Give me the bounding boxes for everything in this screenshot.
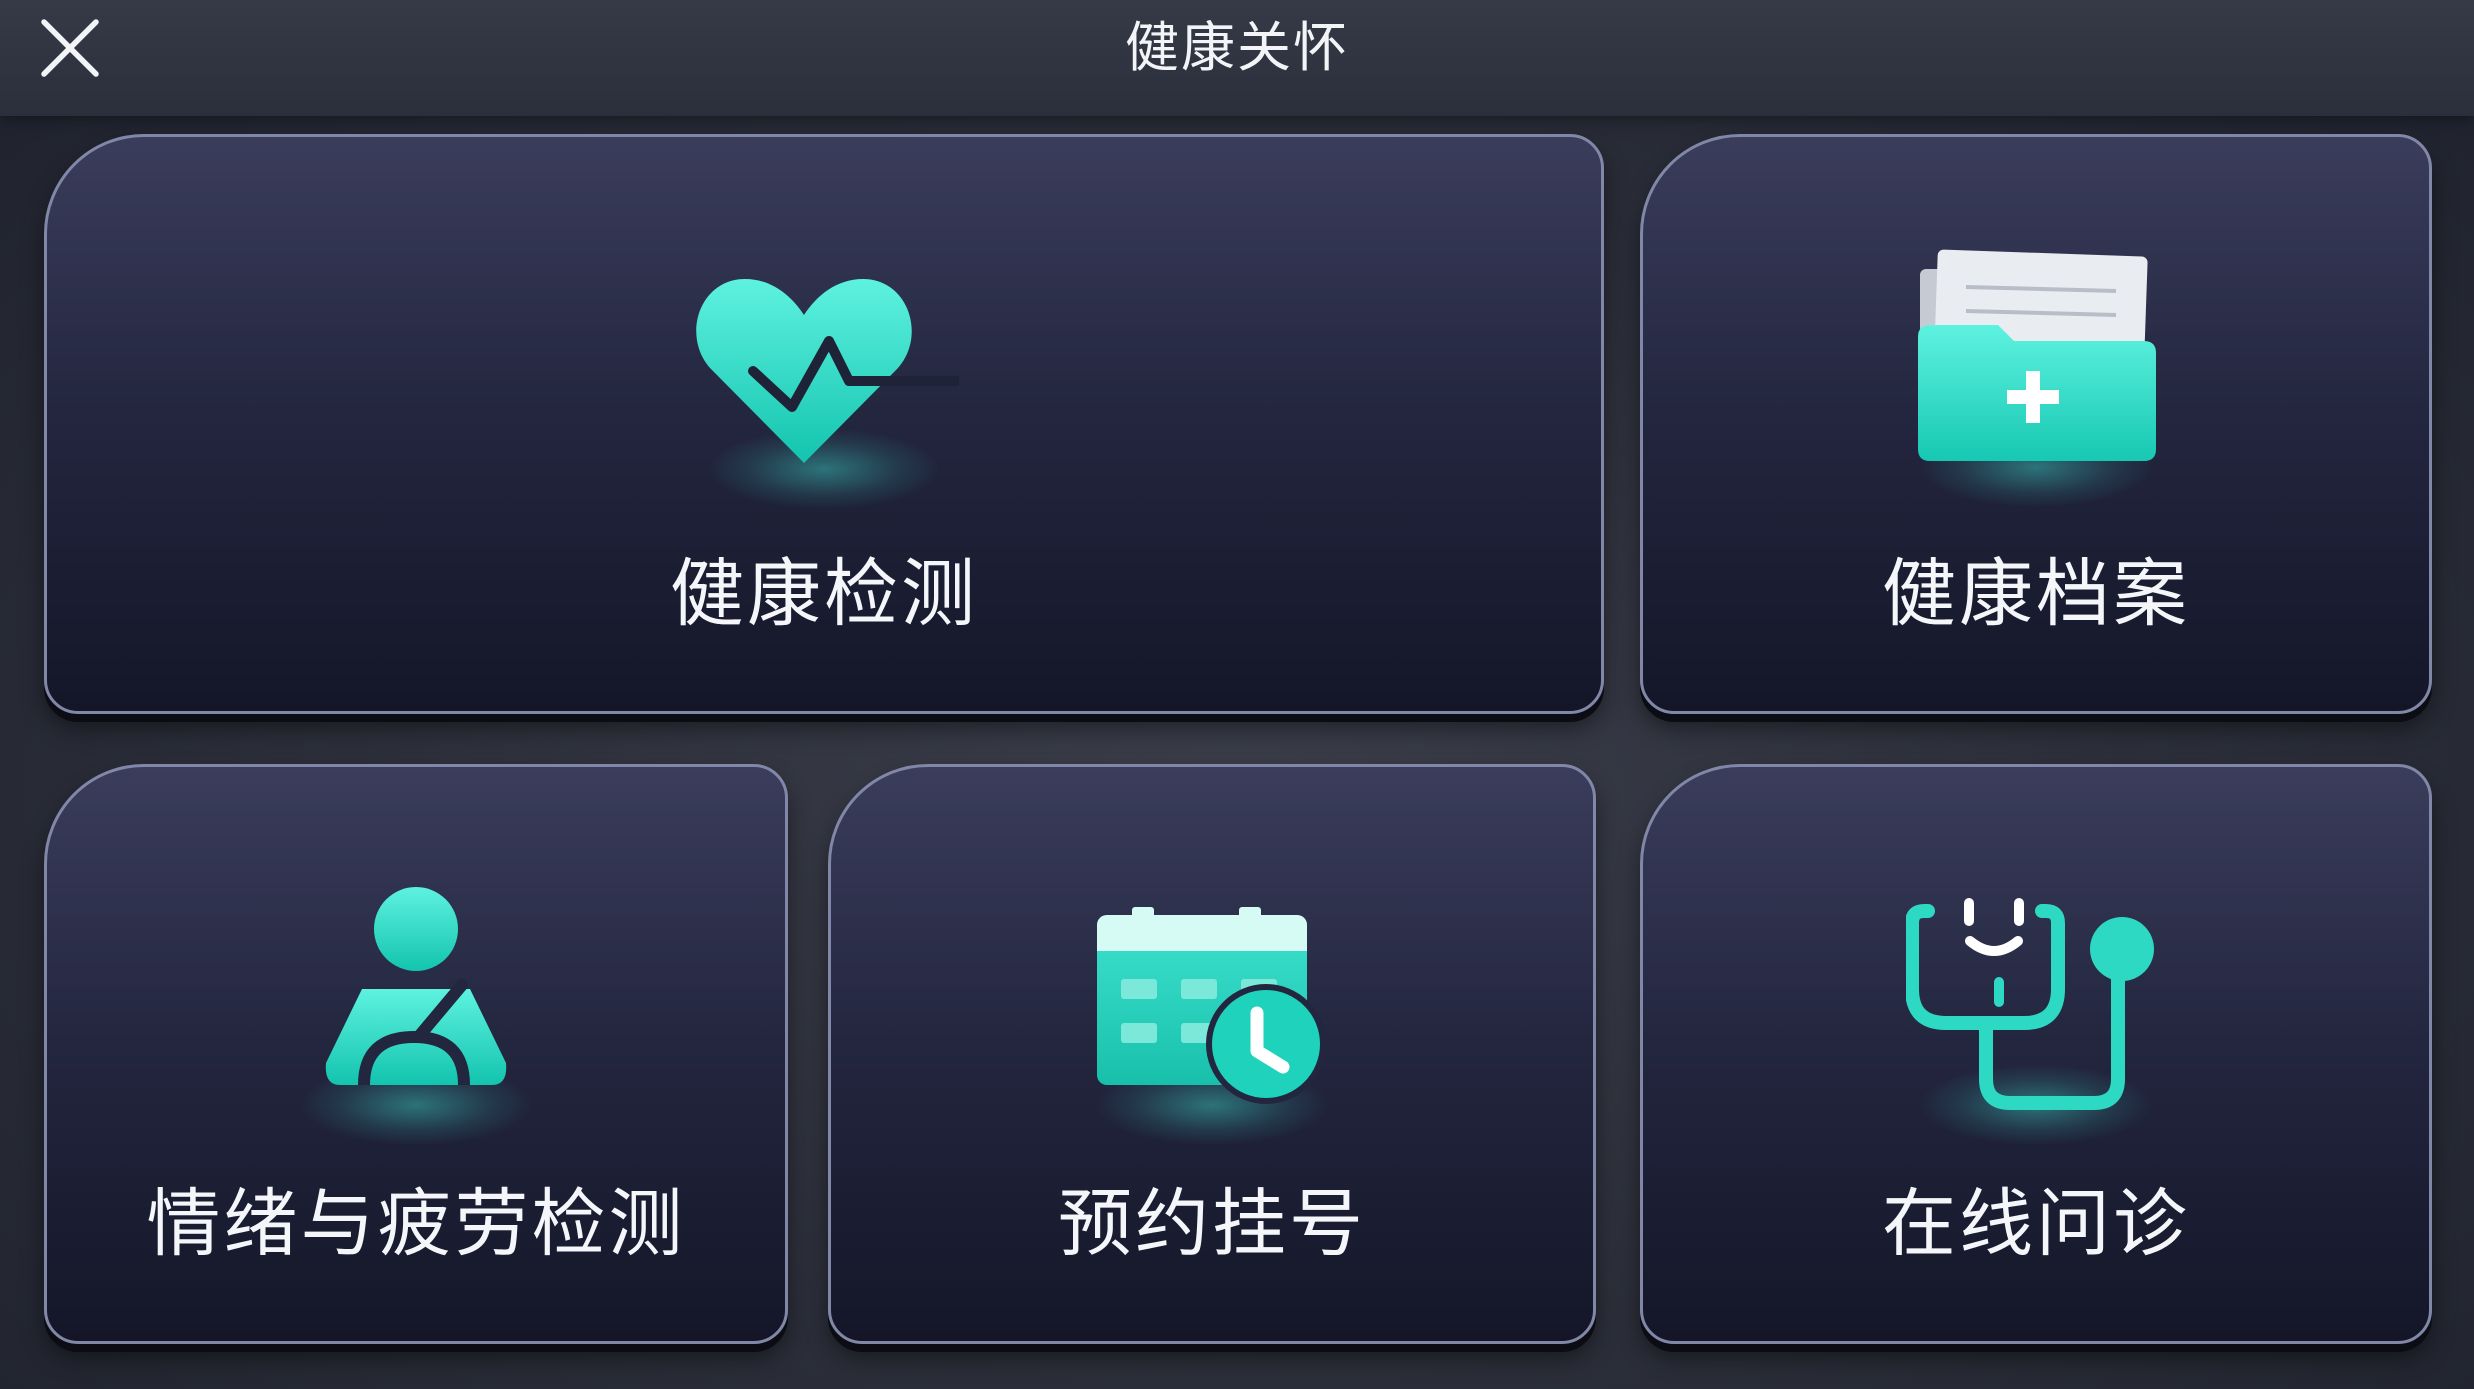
health-records-label: 健康档案 bbox=[1882, 551, 2190, 637]
close-icon bbox=[41, 19, 99, 77]
top-bar: 健康关怀 bbox=[0, 0, 2474, 116]
stethoscope-icon bbox=[1906, 898, 2154, 1110]
emotion-fatigue-check-label: 情绪与疲劳检测 bbox=[146, 1181, 686, 1267]
calendar-clock-icon bbox=[1097, 907, 1326, 1104]
appointment-card[interactable]: 预约挂号 bbox=[828, 764, 1596, 1344]
health-check-card[interactable]: 健康检测 bbox=[44, 134, 1604, 714]
medical-folder-icon bbox=[1918, 249, 2156, 461]
driver-seatbelt-icon bbox=[325, 887, 507, 1086]
emotion-fatigue-check-card[interactable]: 情绪与疲劳检测 bbox=[44, 764, 788, 1344]
heart-pulse-icon bbox=[696, 279, 959, 463]
online-consultation-card[interactable]: 在线问诊 bbox=[1640, 764, 2432, 1344]
online-consultation-label: 在线问诊 bbox=[1882, 1181, 2190, 1267]
health-care-screen: 健康关怀 健康检测 健康档案 情绪与疲劳检测 预约挂号 在线问诊 bbox=[0, 0, 2474, 1389]
appointment-label: 预约挂号 bbox=[1058, 1181, 1366, 1267]
health-check-label: 健康检测 bbox=[670, 551, 978, 637]
page-title: 健康关怀 bbox=[1125, 16, 1349, 79]
health-records-card[interactable]: 健康档案 bbox=[1640, 134, 2432, 714]
close-button[interactable] bbox=[28, 8, 112, 92]
